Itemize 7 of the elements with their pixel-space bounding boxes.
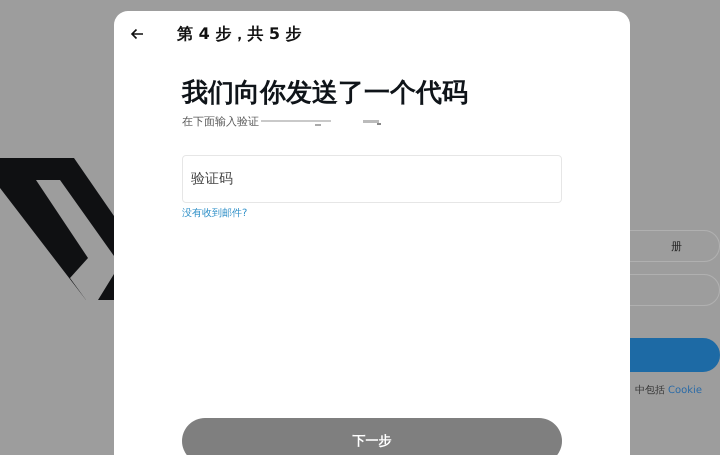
back-arrow-icon[interactable] (130, 28, 144, 40)
cookie-link[interactable]: Cookie (668, 385, 702, 396)
resend-link[interactable]: 没有收到邮件? (182, 206, 248, 220)
subtitle: 在下面输入验证 (182, 114, 259, 129)
dialog-title: 我们向你发送了一个代码 (182, 77, 469, 110)
code-field[interactable]: 验证码 (182, 155, 562, 203)
step-title: 第 4 步，共 5 步 (177, 24, 302, 44)
